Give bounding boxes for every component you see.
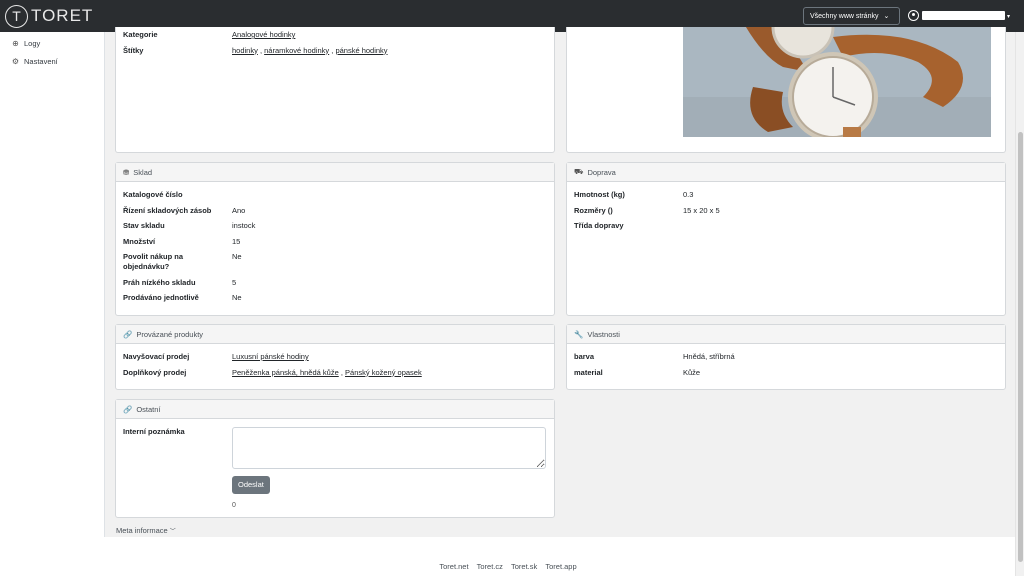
- sold-individually-label: Prodáváno jednotlivě: [123, 293, 199, 302]
- weight-value: 0.3: [683, 190, 694, 199]
- crosssell-product-link[interactable]: Pánský kožený opasek: [345, 368, 422, 377]
- user-icon[interactable]: [908, 10, 919, 21]
- quantity-label: Množství: [123, 236, 156, 246]
- internal-note-label: Interní poznámka: [123, 427, 185, 436]
- meta-info-label: Meta informace: [116, 526, 168, 535]
- chevron-down-icon: ⌄: [883, 13, 890, 20]
- manage-stock-value: Ano: [232, 205, 246, 215]
- other-header: 🔗 Ostatní: [116, 400, 554, 419]
- page-scrollbar[interactable]: [1015, 32, 1024, 576]
- other-title: Ostatní: [136, 404, 161, 414]
- internal-note-textarea[interactable]: [232, 427, 546, 469]
- manage-stock-label: Řízení skladových zásob: [123, 205, 212, 215]
- scrollbar-thumb[interactable]: [1018, 132, 1023, 562]
- product-image: [683, 27, 991, 137]
- shipping-class-label: Třída dopravy: [574, 221, 624, 230]
- category-link[interactable]: Analogové hodinky: [232, 30, 295, 39]
- stock-status-label: Stav skladu: [123, 221, 165, 230]
- sidebar-item-nastaveni[interactable]: ⚙ Nastavení: [0, 52, 104, 70]
- upsell-label: Navyšovací prodej: [123, 352, 190, 361]
- product-info-card: Kategorie Analogové hodinky Štítky hodin…: [115, 27, 555, 153]
- boxes-icon: ⛃: [123, 167, 130, 177]
- note-count: 0: [232, 502, 236, 509]
- sku-value: [232, 190, 554, 200]
- toret-logo[interactable]: T TORET: [5, 4, 94, 28]
- sidebar-item-label: Nastavení: [24, 56, 58, 66]
- sidebar-item-label: Logy: [24, 38, 41, 48]
- color-label: barva: [574, 352, 595, 361]
- category-label: Kategorie: [123, 30, 158, 39]
- shipping-class-value: [683, 221, 1005, 231]
- crosssell-label: Doplňkový prodej: [123, 367, 187, 377]
- link-icon: 🔗: [123, 329, 133, 339]
- quantity-value: 15: [232, 236, 241, 246]
- tag-link[interactable]: pánské hodinky: [335, 46, 387, 55]
- footer-link[interactable]: Toret.app: [545, 562, 576, 571]
- sidebar: ⊕ Logy ⚙ Nastavení: [0, 32, 105, 537]
- send-button[interactable]: Odeslat: [232, 476, 270, 494]
- main-content: Kategorie Analogové hodinky Štítky hodin…: [105, 27, 1015, 537]
- footer-link[interactable]: Toret.cz: [477, 562, 503, 571]
- weight-label: Hmotnost (kg): [574, 190, 625, 199]
- gear-icon: ⚙: [11, 56, 20, 66]
- shipping-card: ⛟ Doprava Hmotnost (kg) 0.3 Rozměry () 15 …: [566, 162, 1006, 316]
- footer-link[interactable]: Toret.net: [439, 562, 468, 571]
- footer-links: Toret.net Toret.cz Toret.sk Toret.app: [0, 562, 1016, 571]
- footer: Toret.net Toret.cz Toret.sk Toret.app: [0, 537, 1016, 576]
- shipping-card-header: ⛟ Doprava: [567, 163, 1005, 182]
- sold-individually-value: Ne: [232, 293, 242, 302]
- stock-card: ⛃ Sklad Katalogové číslo Řízení skladový…: [115, 162, 555, 316]
- globe-icon: ⊕: [12, 38, 19, 48]
- logo-text: TORET: [31, 6, 94, 25]
- chevron-down-icon: ﹀: [169, 529, 176, 535]
- properties-card: 🔧 Vlastnosti barva Hnědá, stříbrná materi…: [566, 324, 1006, 390]
- dimensions-value: 15 x 20 x 5: [683, 205, 720, 215]
- linked-products-title: Provázané produkty: [136, 329, 204, 339]
- wrench-icon: 🔧: [574, 329, 584, 339]
- site-select-dropdown[interactable]: Všechny www stránky ⌄: [803, 7, 900, 25]
- upsell-product-link[interactable]: Luxusní pánské hodiny: [232, 352, 309, 361]
- footer-link[interactable]: Toret.sk: [511, 562, 537, 571]
- truck-icon: ⛟: [574, 167, 584, 176]
- linked-products-card: 🔗 Provázané produkty Navyšovací prodej L…: [115, 324, 555, 390]
- stock-status-value: instock: [232, 221, 256, 230]
- tag-link[interactable]: náramkové hodinky: [264, 46, 329, 55]
- meta-info-toggle[interactable]: Meta informace ﹀: [116, 526, 176, 535]
- low-stock-threshold-label: Práh nízkého skladu: [123, 277, 196, 287]
- product-image-card: [566, 27, 1006, 153]
- tags-list: hodinky , náramkové hodinky , pánské hod…: [232, 46, 554, 56]
- sidebar-item-logy[interactable]: ⊕ Logy: [0, 34, 104, 52]
- properties-title: Vlastnosti: [587, 329, 620, 339]
- tags-label: Štítky: [123, 45, 144, 55]
- wristwatch-photo: [683, 27, 991, 137]
- color-value: Hnědá, stříbrná: [683, 352, 735, 361]
- material-value: Kůže: [683, 367, 701, 377]
- linked-products-header: 🔗 Provázané produkty: [116, 325, 554, 344]
- stock-card-title: Sklad: [133, 167, 153, 177]
- material-label: material: [574, 367, 603, 377]
- low-stock-threshold-value: 5: [232, 277, 237, 287]
- user-name-redacted[interactable]: [922, 11, 1005, 20]
- dimensions-label: Rozměry (): [574, 205, 613, 215]
- stock-card-header: ⛃ Sklad: [116, 163, 554, 182]
- tag-link[interactable]: hodinky: [232, 46, 258, 55]
- backorders-label: Povolit nákup na objednávku?: [123, 252, 184, 271]
- site-select-value: Všechny www stránky: [810, 12, 879, 20]
- crosssell-product-link[interactable]: Peněženka pánská, hnědá kůže: [232, 368, 339, 377]
- other-card: 🔗 Ostatní Interní poznámka Odeslat 0: [115, 399, 555, 518]
- logo-circle-icon: T: [5, 4, 28, 28]
- backorders-value: Ne: [232, 252, 242, 261]
- properties-header: 🔧 Vlastnosti: [567, 325, 1005, 344]
- sku-label: Katalogové číslo: [123, 190, 183, 199]
- caret-down-icon[interactable]: ▾: [1007, 13, 1010, 20]
- shipping-card-title: Doprava: [587, 167, 616, 177]
- link-icon: 🔗: [123, 404, 133, 414]
